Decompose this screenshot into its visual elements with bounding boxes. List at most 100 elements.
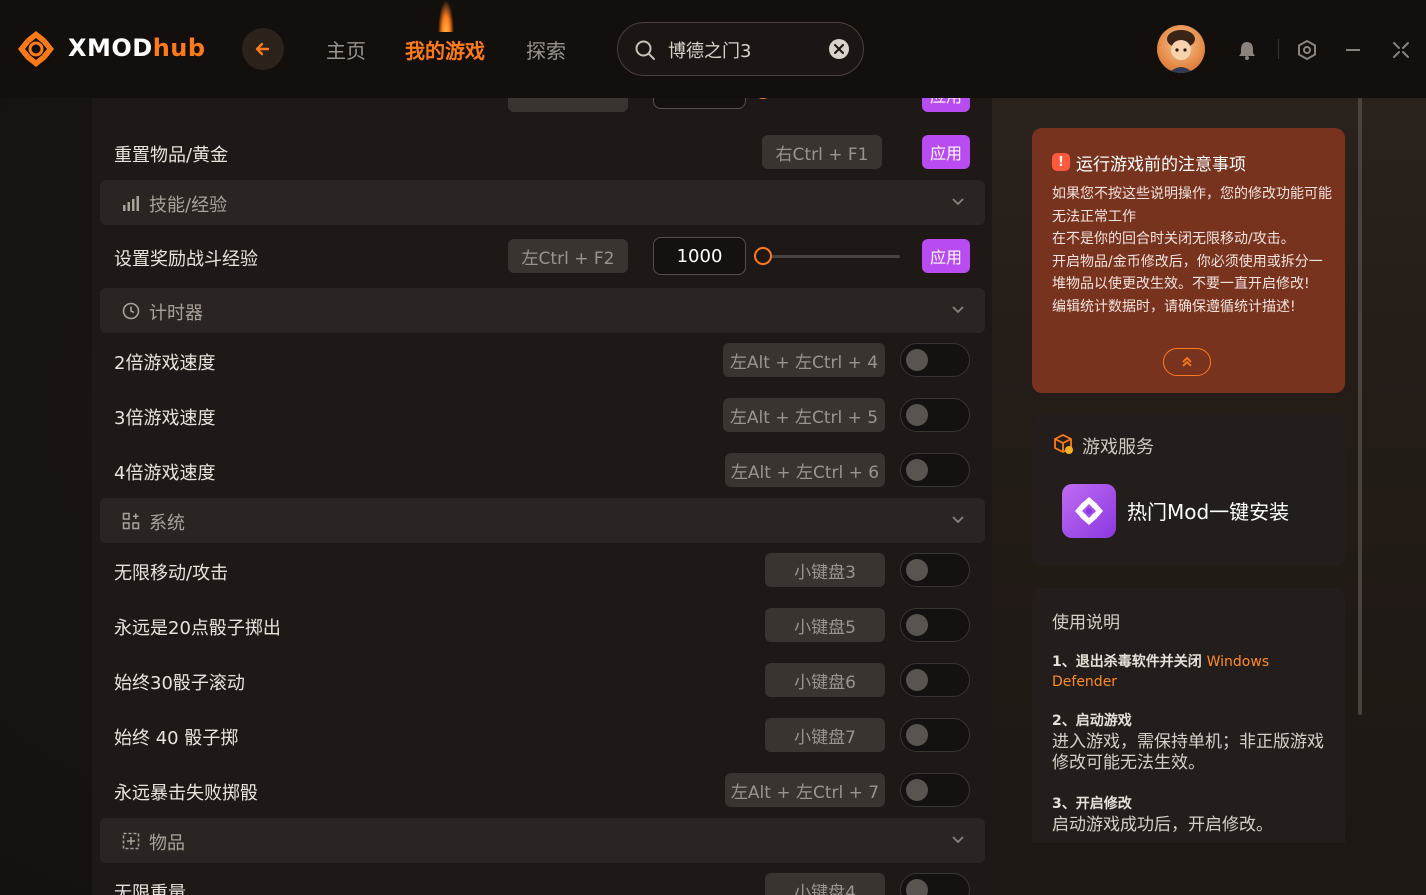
chevron-down-icon — [952, 198, 964, 206]
plus-box-icon — [122, 832, 140, 850]
toggle-knob — [906, 879, 928, 895]
section-items[interactable]: 物品 — [100, 818, 985, 863]
step-1-heading: 1、退出杀毒软件并关闭 — [1052, 654, 1202, 670]
toggle-knob — [906, 404, 928, 426]
toggle-switch[interactable] — [900, 608, 970, 642]
toggle-switch[interactable] — [900, 343, 970, 377]
toggle-switch[interactable] — [900, 453, 970, 487]
mod-label: 永远是20点骰子掷出 — [114, 618, 281, 639]
mod-label: 重置物品/黄金 — [114, 145, 229, 166]
nav-explore[interactable]: 探索 — [526, 35, 566, 64]
hotkey-badge — [508, 98, 628, 112]
double-chevron-up-icon — [1182, 356, 1192, 367]
minimize-icon[interactable] — [1341, 38, 1365, 62]
service-title: 游戏服务 — [1082, 437, 1154, 458]
usage-step-2: 2、启动游戏 进入游戏，需保持单机；非正版游戏修改可能无法生效。 — [1052, 711, 1332, 774]
top-bar: XMODhub 主页 我的游戏 探索 — [0, 0, 1426, 98]
toggle-knob — [906, 724, 928, 746]
notice-body: 如果您不按这些说明操作，您的修改功能可能无法正常工作 在不是你的回合时关闭无限移… — [1052, 183, 1332, 319]
section-timer[interactable]: 计时器 — [100, 288, 985, 333]
apply-button[interactable]: 应用 — [922, 135, 970, 169]
mod-label: 2倍游戏速度 — [114, 353, 216, 374]
toggle-knob — [906, 459, 928, 481]
notice-title: 运行游戏前的注意事项 — [1076, 155, 1246, 175]
maximize-icon[interactable] — [1389, 38, 1413, 62]
mod-label: 始终 40 骰子掷 — [114, 728, 239, 749]
hotkey-badge: 左Ctrl + F2 — [508, 239, 628, 273]
toggle-switch[interactable] — [900, 553, 970, 587]
hotkey-badge: 左Alt + 左Ctrl + 4 — [723, 343, 885, 377]
logo-hub-text: hub — [152, 34, 206, 62]
notice-line: 如果您不按这些说明操作，您的修改功能可能无法正常工作 — [1052, 186, 1332, 225]
clear-search-button[interactable] — [829, 39, 849, 59]
toggle-switch[interactable] — [900, 663, 970, 697]
toggle-switch[interactable] — [900, 718, 970, 752]
mod-install-link[interactable]: 热门Mod一键安装 — [1127, 496, 1289, 525]
toggle-switch[interactable] — [900, 398, 970, 432]
mod-row-partial: 1000 应用 — [92, 98, 992, 123]
arrow-left-icon — [255, 42, 270, 56]
hotkey-badge: 小键盘7 — [765, 718, 885, 752]
package-icon — [1054, 433, 1073, 454]
notice-line: 编辑统计数据时，请确保遵循统计描述! — [1052, 298, 1296, 315]
section-label: 技能/经验 — [149, 195, 228, 216]
mod-label: 无限移动/攻击 — [114, 563, 229, 584]
scrollbar[interactable] — [1358, 98, 1362, 715]
notice-line: 在不是你的回合时关闭无限移动/攻击。 — [1052, 231, 1295, 248]
hotkey-badge: 小键盘3 — [765, 553, 885, 587]
section-system[interactable]: 系统 — [100, 498, 985, 543]
logo-main-text: XMOD — [68, 34, 153, 62]
slider-knob[interactable] — [754, 98, 772, 99]
mod-row-crit-fail: 永远暴击失败掷骰 左Alt + 左Ctrl + 7 — [92, 763, 992, 818]
mod-label: 3倍游戏速度 — [114, 408, 216, 429]
section-label: 物品 — [149, 833, 185, 854]
mod-row-speed3: 3倍游戏速度 左Alt + 左Ctrl + 5 — [92, 388, 992, 443]
chevron-down-icon — [952, 516, 964, 524]
section-skills[interactable]: 技能/经验 — [100, 180, 985, 225]
search-icon — [635, 40, 655, 60]
mod-row-speed4: 4倍游戏速度 左Alt + 左Ctrl + 6 — [92, 443, 992, 498]
toggle-knob — [906, 669, 928, 691]
mod-row-reset-items: 重置物品/黄金 右Ctrl + F1 应用 — [92, 125, 992, 180]
hotkey-badge: 右Ctrl + F1 — [762, 135, 882, 169]
mod-label: 设置奖励战斗经验 — [114, 249, 258, 270]
notice-card: ! 运行游戏前的注意事项 如果您不按这些说明操作，您的修改功能可能无法正常工作 … — [1032, 128, 1345, 393]
toggle-switch[interactable] — [900, 873, 970, 895]
value-input[interactable]: 1000 — [653, 237, 746, 275]
clock-icon — [122, 302, 140, 320]
hotkey-badge: 小键盘4 — [765, 873, 885, 895]
mod-label: 永远暴击失败掷骰 — [114, 783, 258, 804]
mod-install-app-icon[interactable] — [1062, 484, 1116, 538]
notification-bell-icon[interactable] — [1235, 38, 1259, 62]
slider-track[interactable] — [770, 255, 900, 258]
section-label: 系统 — [149, 513, 185, 534]
step-text: 启动游戏成功后，开启修改。 — [1052, 815, 1273, 835]
toggle-switch[interactable] — [900, 773, 970, 807]
settings-icon[interactable] — [1295, 38, 1319, 62]
nav-home[interactable]: 主页 — [326, 35, 366, 64]
xmod-glyph-icon — [1075, 497, 1103, 525]
collapse-button[interactable] — [1163, 348, 1211, 376]
hotkey-badge: 左Alt + 左Ctrl + 7 — [725, 773, 885, 807]
usage-title: 使用说明 — [1052, 613, 1120, 633]
apply-button[interactable]: 应用 — [922, 98, 970, 112]
section-label: 计时器 — [149, 303, 203, 324]
toggle-knob — [906, 559, 928, 581]
game-service-card: 游戏服务 热门Mod一键安装 — [1032, 414, 1345, 566]
search-input[interactable] — [666, 37, 820, 63]
value-input[interactable]: 1000 — [653, 98, 746, 109]
toggle-knob — [906, 779, 928, 801]
avatar[interactable] — [1157, 25, 1205, 73]
apply-button[interactable]: 应用 — [922, 239, 970, 273]
nav-my-games[interactable]: 我的游戏 — [405, 35, 485, 64]
topbar-divider — [1278, 39, 1279, 59]
grid-plus-icon — [122, 512, 140, 530]
hotkey-badge: 小键盘6 — [765, 663, 885, 697]
notice-line: 开启物品/金币修改后，你必须使用或拆分一堆物品以使更改生效。不要一直开启修改! — [1052, 253, 1323, 293]
mod-row-always20: 永远是20点骰子掷出 小键盘5 — [92, 598, 992, 653]
back-button[interactable] — [242, 28, 284, 70]
usage-instructions-card: 使用说明 1、退出杀毒软件并关闭 Windows Defender 2、启动游戏… — [1032, 588, 1345, 843]
chevron-down-icon — [952, 836, 964, 844]
xmod-logo-icon — [18, 31, 54, 67]
slider-knob[interactable] — [754, 247, 772, 265]
